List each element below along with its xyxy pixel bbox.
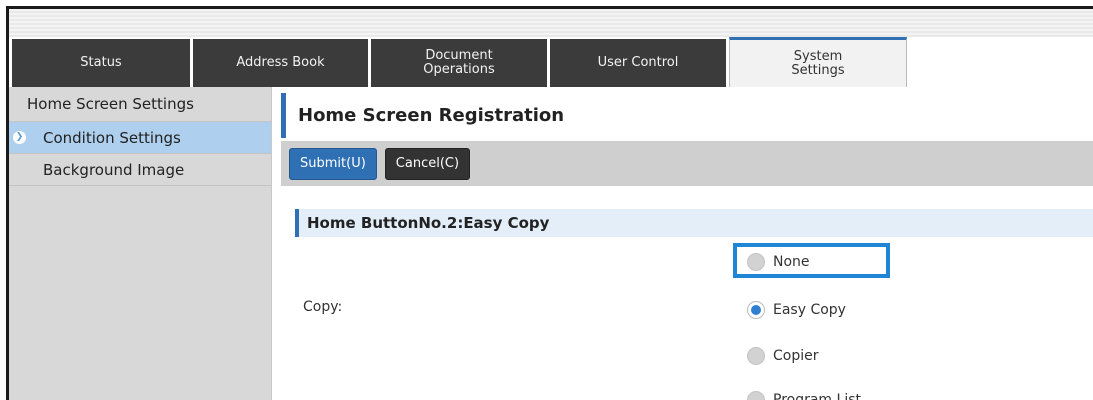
tab-label: User Control xyxy=(597,55,679,70)
app-window: Status Address Book Document Operations … xyxy=(6,6,1093,400)
radio-none[interactable]: None xyxy=(747,251,810,273)
top-strip xyxy=(9,9,1093,37)
cancel-button[interactable]: Cancel(C) xyxy=(384,147,471,180)
tab-status[interactable]: Status xyxy=(12,39,190,87)
radio-easy-copy[interactable]: Easy Copy xyxy=(747,299,846,321)
cancel-button-label: Cancel(C) xyxy=(395,156,460,171)
section-header: Home ButtonNo.2:Easy Copy xyxy=(295,209,1093,237)
chevron-right-icon: ❯ xyxy=(13,131,26,144)
tab-address-book[interactable]: Address Book xyxy=(193,39,368,87)
tab-document-operations[interactable]: Document Operations xyxy=(371,39,547,87)
tab-user-control[interactable]: User Control xyxy=(550,39,726,87)
radio-copier[interactable]: Copier xyxy=(747,345,819,367)
sidebar-item-label: Condition Settings xyxy=(43,128,181,147)
radio-label: Copier xyxy=(773,348,819,364)
toolbar: Submit(U) Cancel(C) xyxy=(281,141,1093,186)
radio-label: Program List xyxy=(773,392,861,400)
sidebar: Home Screen Settings ❯ Condition Setting… xyxy=(9,87,272,400)
page-title-text: Home Screen Registration xyxy=(298,105,565,126)
copy-field-label: Copy: xyxy=(303,299,343,315)
radio-button-icon[interactable] xyxy=(747,347,765,365)
page-title: Home Screen Registration xyxy=(281,93,1093,138)
sidebar-header-home-screen-settings[interactable]: Home Screen Settings xyxy=(9,87,271,122)
submit-button-label: Submit(U) xyxy=(300,156,366,171)
radio-button-icon[interactable] xyxy=(747,391,765,400)
radio-label: Easy Copy xyxy=(773,302,846,318)
radio-button-checked-icon[interactable] xyxy=(747,301,765,319)
radio-label: None xyxy=(773,254,810,270)
tab-system-settings[interactable]: System Settings xyxy=(729,37,907,87)
sidebar-item-label: Background Image xyxy=(43,160,185,179)
sidebar-item-condition-settings[interactable]: ❯ Condition Settings xyxy=(9,122,271,154)
section-title: Home ButtonNo.2:Easy Copy xyxy=(307,214,550,232)
radio-button-icon[interactable] xyxy=(747,253,765,271)
tab-label: Address Book xyxy=(236,55,325,70)
radio-program-list[interactable]: Program List xyxy=(747,389,861,400)
main-tabs: Status Address Book Document Operations … xyxy=(9,37,1093,87)
tab-label: System Settings xyxy=(791,48,845,78)
tab-label: Document Operations xyxy=(423,48,495,77)
sidebar-header-label: Home Screen Settings xyxy=(27,95,194,113)
tab-label: Status xyxy=(80,55,122,70)
submit-button[interactable]: Submit(U) xyxy=(289,147,377,180)
sidebar-item-background-image[interactable]: Background Image xyxy=(9,154,271,186)
main-content: Home Screen Registration Submit(U) Cance… xyxy=(281,87,1093,400)
